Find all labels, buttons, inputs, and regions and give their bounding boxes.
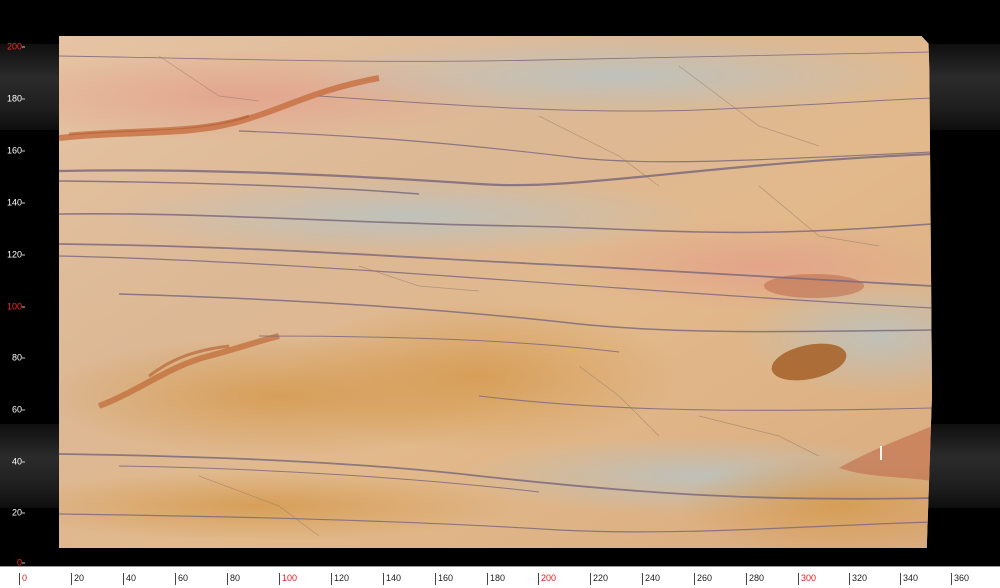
h-ruler-label: 40 (123, 573, 136, 585)
v-ruler-label: 60 (11, 404, 26, 415)
slab-texture (59, 36, 932, 548)
h-ruler-label: 160 (435, 573, 453, 585)
marble-slab (59, 36, 932, 548)
v-ruler-label: 200 (6, 41, 26, 52)
v-ruler-label: 140 (6, 197, 26, 208)
h-ruler-label: 20 (71, 573, 84, 585)
h-ruler-label: 280 (746, 573, 764, 585)
h-ruler-label: 260 (694, 573, 712, 585)
v-ruler-label: 40 (11, 456, 26, 467)
v-ruler-label: 160 (6, 145, 26, 156)
h-ruler-label: 0 (19, 573, 27, 585)
h-ruler-label: 220 (590, 573, 608, 585)
h-ruler-label: 60 (175, 573, 188, 585)
h-ruler-label: 320 (849, 573, 867, 585)
v-ruler-label: 180 (6, 93, 26, 104)
h-ruler-label: 180 (487, 573, 505, 585)
h-ruler-label: 240 (642, 573, 660, 585)
h-ruler-label: 80 (227, 573, 240, 585)
h-ruler-label: 140 (383, 573, 401, 585)
h-ruler-label: 340 (900, 573, 918, 585)
h-ruler-label: 300 (798, 573, 816, 585)
h-ruler-label: 360 (951, 573, 969, 585)
v-ruler-label: 120 (6, 249, 26, 260)
v-ruler-label: 80 (11, 352, 26, 363)
v-ruler-label: 100 (6, 301, 26, 312)
vertical-ruler: 200 180 160 140 120 100 80 60 40 20 0 (0, 36, 26, 567)
photo-frame: 200 180 160 140 120 100 80 60 40 20 0 0 … (0, 0, 1000, 588)
h-ruler-label: 100 (279, 573, 297, 585)
h-ruler-label: 200 (538, 573, 556, 585)
v-ruler-label: 20 (11, 507, 26, 518)
horizontal-ruler: 0 20 40 60 80 100 120 140 160 180 200 22… (0, 566, 1000, 588)
h-ruler-label: 120 (331, 573, 349, 585)
